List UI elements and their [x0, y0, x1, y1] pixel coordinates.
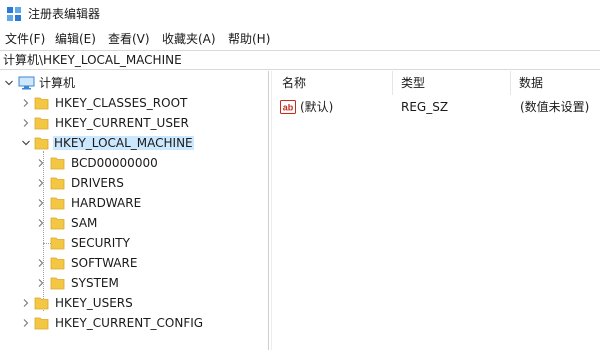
- chevron-right-icon[interactable]: [21, 98, 31, 108]
- folder-icon: [50, 217, 65, 230]
- tree-item-label: HKEY_USERS: [55, 296, 133, 310]
- computer-icon: [18, 76, 35, 90]
- tree-item-bcd00000000[interactable]: BCD00000000: [0, 153, 268, 173]
- address-bar[interactable]: 计算机\HKEY_LOCAL_MACHINE: [0, 50, 600, 70]
- tree-item-software[interactable]: SOFTWARE: [0, 253, 268, 273]
- menu-bar: 文件(F) 编辑(E) 查看(V) 收藏夹(A) 帮助(H): [0, 28, 600, 50]
- folder-icon: [34, 97, 49, 110]
- value-row[interactable]: ab (默认) REG_SZ (数值未设置): [272, 97, 600, 117]
- menu-view[interactable]: 查看(V): [107, 31, 151, 47]
- folder-icon: [34, 117, 49, 130]
- menu-favorites[interactable]: 收藏夹(A): [161, 31, 217, 47]
- value-name: (默认): [300, 100, 334, 114]
- tree-item-sam[interactable]: SAM: [0, 213, 268, 233]
- tree-item-label: HKEY_CURRENT_CONFIG: [55, 316, 204, 330]
- tree-item-system[interactable]: SYSTEM: [0, 273, 268, 293]
- tree-item-label: DRIVERS: [71, 176, 124, 190]
- tree-item-label: BCD00000000: [71, 156, 158, 170]
- tree-item-hkey-current-user[interactable]: HKEY_CURRENT_USER: [0, 113, 268, 133]
- values-list-pane[interactable]: 名称 类型 数据 ab (默认) REG_SZ (数值未设置): [272, 71, 600, 350]
- chevron-right-icon[interactable]: [36, 258, 46, 268]
- column-header-type[interactable]: 类型: [393, 71, 509, 95]
- title-bar: 注册表编辑器: [0, 0, 600, 28]
- tree-item-hkey-users[interactable]: HKEY_USERS: [0, 293, 268, 313]
- folder-icon: [50, 157, 65, 170]
- window-title: 注册表编辑器: [28, 7, 101, 21]
- tree-item-label: HKEY_LOCAL_MACHINE: [53, 136, 194, 150]
- column-header-name[interactable]: 名称: [274, 71, 390, 95]
- chevron-right-icon[interactable]: [36, 198, 46, 208]
- tree-item-hkey-local-machine[interactable]: HKEY_LOCAL_MACHINE: [0, 133, 268, 153]
- column-header-data[interactable]: 数据: [511, 71, 600, 95]
- chevron-right-icon[interactable]: [21, 118, 31, 128]
- tree-item-label: SECURITY: [71, 236, 130, 250]
- tree-item-label: HARDWARE: [71, 196, 142, 210]
- chevron-right-icon[interactable]: [21, 318, 31, 328]
- folder-icon: [34, 317, 49, 330]
- tree-item-hardware[interactable]: HARDWARE: [0, 193, 268, 213]
- chevron-down-icon[interactable]: [4, 78, 14, 88]
- menu-file[interactable]: 文件(F): [4, 31, 46, 47]
- address-path[interactable]: 计算机\HKEY_LOCAL_MACHINE: [3, 53, 182, 68]
- tree-pane[interactable]: 计算机 HKEY_CLASSES_ROOT HKEY_CURRENT_USER …: [0, 71, 268, 350]
- chevron-down-icon[interactable]: [21, 138, 31, 148]
- chevron-right-icon[interactable]: [36, 278, 46, 288]
- folder-icon: [34, 297, 49, 310]
- folder-icon: [50, 257, 65, 270]
- chevron-right-icon[interactable]: [36, 178, 46, 188]
- tree-item-drivers[interactable]: DRIVERS: [0, 173, 268, 193]
- folder-icon: [50, 177, 65, 190]
- svg-text:ab: ab: [283, 103, 294, 113]
- menu-help[interactable]: 帮助(H): [227, 31, 271, 47]
- regedit-app-icon: [7, 7, 21, 21]
- chevron-right-icon[interactable]: [36, 158, 46, 168]
- tree-item-hkey-current-config[interactable]: HKEY_CURRENT_CONFIG: [0, 313, 268, 333]
- tree-item-label: HKEY_CLASSES_ROOT: [55, 96, 188, 110]
- folder-icon: [50, 197, 65, 210]
- tree-item-label: 计算机: [39, 76, 76, 90]
- value-type: REG_SZ: [401, 100, 449, 114]
- tree-item-computer[interactable]: 计算机: [0, 73, 268, 93]
- menu-edit[interactable]: 编辑(E): [54, 31, 97, 47]
- tree-item-label: SOFTWARE: [71, 256, 138, 270]
- chevron-right-icon[interactable]: [36, 218, 46, 228]
- folder-icon: [50, 237, 65, 250]
- folder-open-icon: [34, 137, 49, 150]
- tree-item-label: SYSTEM: [71, 276, 119, 290]
- string-value-icon: ab: [280, 100, 296, 114]
- tree-item-security[interactable]: SECURITY: [0, 233, 268, 253]
- folder-icon: [50, 277, 65, 290]
- tree-item-hkey-classes-root[interactable]: HKEY_CLASSES_ROOT: [0, 93, 268, 113]
- tree-item-label: HKEY_CURRENT_USER: [55, 116, 189, 130]
- tree-item-label: SAM: [71, 216, 98, 230]
- value-data: (数值未设置): [520, 100, 590, 114]
- chevron-right-icon[interactable]: [21, 298, 31, 308]
